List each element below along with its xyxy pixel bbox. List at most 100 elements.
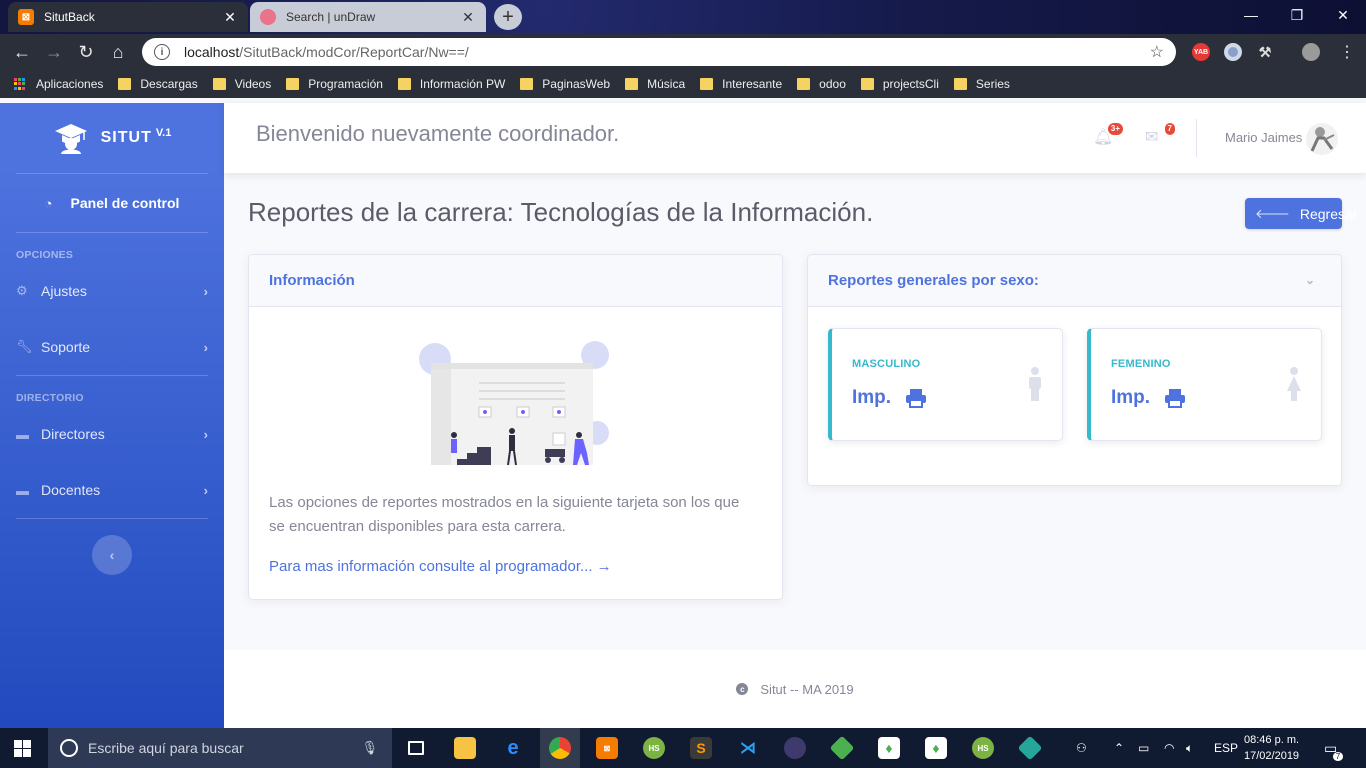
clock-time: 08:46 p. m. xyxy=(1244,734,1300,746)
sidebar-item-docentes[interactable]: ▬ Docentes › xyxy=(0,462,224,518)
regresar-button[interactable]: 🡐 Regresar xyxy=(1245,198,1357,229)
male-icon xyxy=(1029,367,1041,401)
circle-extension-icon[interactable] xyxy=(1224,43,1242,61)
envelope-icon: ✉ xyxy=(1145,129,1159,146)
people-icon[interactable]: ⚇ xyxy=(1076,728,1087,768)
bookmark-projectscli[interactable]: projectsCli xyxy=(860,77,939,91)
chevron-right-icon: › xyxy=(203,426,208,442)
topbar: Bienvenido nuevamente coordinador. 🔔︎ 3+… xyxy=(224,103,1366,173)
bookmark-videos[interactable]: Videos xyxy=(212,77,271,91)
tab-close-icon[interactable]: ✕ xyxy=(222,9,238,26)
new-tab-button[interactable]: + xyxy=(494,4,522,30)
bookmark-odoo[interactable]: odoo xyxy=(797,77,846,91)
arrow-left-icon: 🡐 xyxy=(1255,205,1290,221)
tray-chevron-up-icon[interactable]: ⌃ xyxy=(1114,728,1124,768)
sidebar-item-ajustes[interactable]: ⚙ Ajustes › xyxy=(0,263,224,319)
taskbar-clock[interactable]: 08:46 p. m. 17/02/2019 xyxy=(1244,732,1299,764)
battery-icon[interactable]: ▭ xyxy=(1138,728,1149,768)
sidebar-toggle-button[interactable]: ‹ xyxy=(92,535,132,575)
bookmark-interesante[interactable]: Interesante xyxy=(700,77,782,91)
brand-version: V.1 xyxy=(155,127,172,139)
sidebar-divider xyxy=(16,518,208,519)
bookmark-series[interactable]: Series xyxy=(953,77,1010,91)
address-bar[interactable]: i localhost/SitutBack/modCor/ReportCar/N… xyxy=(142,38,1176,66)
print-femenino-button[interactable]: Imp. xyxy=(1111,387,1186,409)
copyright-icon: c xyxy=(736,683,749,695)
heidisql-2-icon[interactable]: HS xyxy=(963,732,1003,764)
tab-situtback[interactable]: ⊠ SitutBack ✕ xyxy=(8,2,248,32)
alerts-badge: 3+ xyxy=(1107,123,1123,135)
info-icon[interactable]: i xyxy=(154,44,170,60)
vscode-icon[interactable]: ⋊ xyxy=(728,732,768,764)
gitkraken-icon[interactable] xyxy=(1010,732,1050,764)
user-avatar[interactable] xyxy=(1306,123,1338,155)
tool-extension-icon[interactable]: ⚒ xyxy=(1256,43,1274,61)
mongodb-compass-icon[interactable]: ♦ xyxy=(916,732,956,764)
bookmarks-bar: Aplicaciones Descargas Videos Programaci… xyxy=(0,70,1366,98)
folder-icon xyxy=(700,78,714,90)
sidebar-item-panel-de-control[interactable]: ◔ Panel de control xyxy=(0,174,224,232)
home-button[interactable]: ⌂ xyxy=(105,39,131,65)
sidebar-item-directores[interactable]: ▬ Directores › xyxy=(0,406,224,462)
chevron-right-icon: › xyxy=(203,482,208,498)
volume-icon[interactable]: 🔈︎ xyxy=(1186,728,1193,768)
info-card-header: Información xyxy=(249,255,782,307)
messages-envelope-icon[interactable]: ✉ 7 xyxy=(1145,123,1175,149)
report-label: MASCULINO xyxy=(852,358,921,370)
bookmark-programacion[interactable]: Programación xyxy=(286,77,383,91)
windows-start-icon[interactable] xyxy=(14,740,31,757)
wifi-icon[interactable]: ◠ xyxy=(1164,728,1174,768)
language-indicator[interactable]: ESP xyxy=(1214,728,1238,768)
browser-toolbar: ← → ↻ ⌂ i localhost/SitutBack/modCor/Rep… xyxy=(0,34,1366,70)
bookmark-musica[interactable]: Música xyxy=(625,77,685,91)
task-view-icon[interactable] xyxy=(396,732,436,764)
folder-icon xyxy=(625,78,639,90)
chrome-icon[interactable] xyxy=(540,728,580,768)
bookmark-aplicaciones[interactable]: Aplicaciones xyxy=(14,77,103,91)
bookmark-informacion-pw[interactable]: Información PW xyxy=(397,77,505,91)
mongodb-icon[interactable]: ♦ xyxy=(869,732,909,764)
forward-button[interactable]: → xyxy=(41,39,67,65)
microphone-icon[interactable]: 🎙︎ xyxy=(361,740,378,756)
menu-kebab-icon[interactable]: ⋮ xyxy=(1334,39,1360,65)
tachometer-icon: ◔ xyxy=(44,195,53,211)
edge-icon[interactable]: e xyxy=(493,732,533,764)
git-app-icon[interactable] xyxy=(822,732,862,764)
tab-title: Search | unDraw xyxy=(286,10,376,24)
tab-undraw[interactable]: Search | unDraw ✕ xyxy=(250,2,486,32)
bookmark-star-icon[interactable]: ☆ xyxy=(1150,42,1164,62)
folder-icon xyxy=(860,78,874,90)
sublime-text-icon[interactable]: S xyxy=(681,732,721,764)
xampp-icon[interactable]: ⊠ xyxy=(587,732,627,764)
taskbar-search-placeholder: Escribe aquí para buscar xyxy=(88,740,244,756)
bookmark-paginasweb[interactable]: PaginasWeb xyxy=(520,77,610,91)
sidebar-brand[interactable]: SITUT V.1 xyxy=(0,103,224,173)
reload-button[interactable]: ↻ xyxy=(73,39,99,65)
taskbar-search[interactable]: Escribe aquí para buscar 🎙︎ xyxy=(48,728,392,768)
programmer-info-link[interactable]: Para mas información consulte al program… xyxy=(269,558,612,575)
profile-avatar-icon[interactable] xyxy=(1302,43,1320,61)
print-masculino-button[interactable]: Imp. xyxy=(852,387,927,409)
sidebar-item-soporte[interactable]: 🔧︎ Soporte › xyxy=(0,319,224,375)
action-center-icon[interactable]: ▭ 7 xyxy=(1324,728,1344,768)
minimize-button[interactable]: — xyxy=(1228,0,1274,30)
restore-button[interactable]: ❐ xyxy=(1274,0,1320,30)
bookmark-descargas[interactable]: Descargas xyxy=(118,77,198,91)
clock-date: 17/02/2019 xyxy=(1244,750,1300,762)
file-explorer-icon[interactable] xyxy=(445,732,485,764)
reports-card-header[interactable]: Reportes generales por sexo: ⌄ xyxy=(808,255,1341,307)
report-label: FEMENINO xyxy=(1111,358,1171,370)
tab-close-icon[interactable]: ✕ xyxy=(460,9,476,26)
window-close-button[interactable]: ✕ xyxy=(1320,0,1366,30)
folder-icon xyxy=(397,78,411,90)
sidebar-item-label: Ajustes xyxy=(41,283,87,299)
sidebar-item-label: Panel de control xyxy=(70,195,180,211)
alerts-bell-icon[interactable]: 🔔︎ 3+ xyxy=(1093,123,1123,149)
yab-extension-icon[interactable]: YAB xyxy=(1192,43,1210,61)
user-name[interactable]: Mario Jaimes xyxy=(1225,130,1302,145)
heidisql-icon[interactable]: HS xyxy=(634,732,674,764)
back-button[interactable]: ← xyxy=(9,39,35,65)
eclipse-icon[interactable] xyxy=(775,732,815,764)
avatar-figure-icon xyxy=(1310,127,1335,152)
chevron-down-icon[interactable]: ⌄ xyxy=(1305,273,1315,287)
